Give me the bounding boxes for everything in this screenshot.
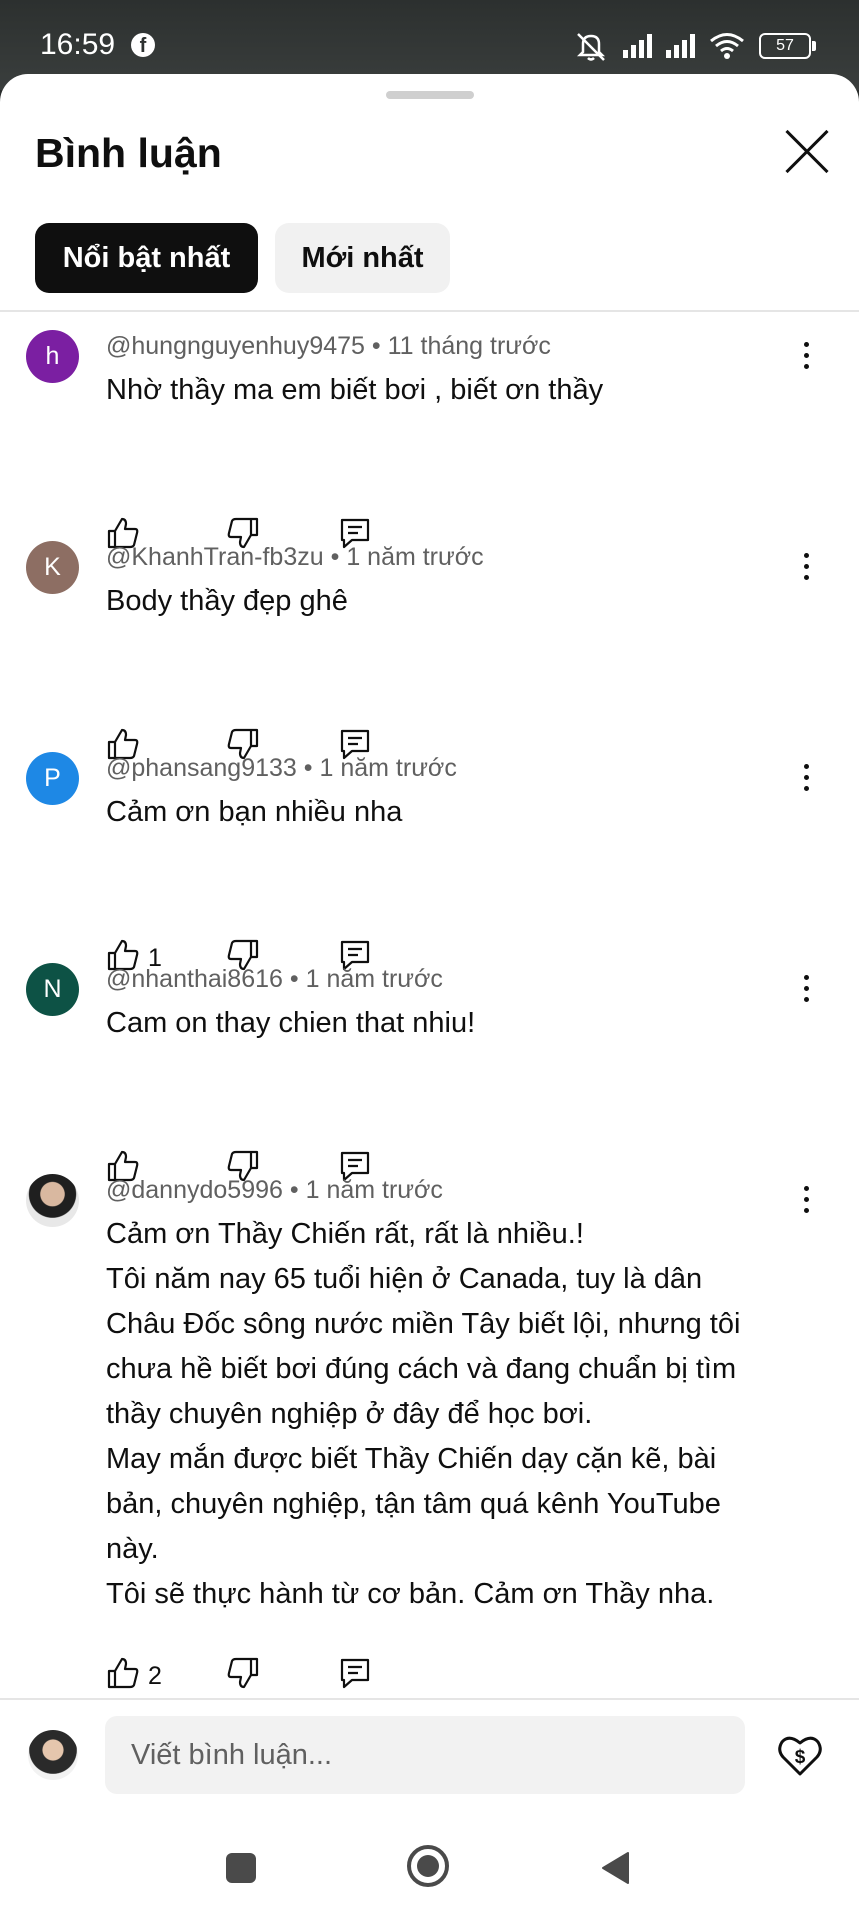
- comment-text: Cảm ơn bạn nhiều nha: [106, 796, 403, 828]
- recents-icon[interactable]: [226, 1853, 256, 1883]
- comment-text: Nhờ thầy ma em biết bơi , biết ơn thầy: [106, 374, 604, 406]
- like-button[interactable]: 2: [106, 1656, 162, 1696]
- meta-separator: •: [303, 754, 313, 782]
- back-icon[interactable]: [598, 1850, 634, 1886]
- comment-time: 1 năm trước: [346, 543, 484, 571]
- comment-line: Châu Đốc sông nước miền Tây biết lội, nh…: [106, 1308, 741, 1340]
- home-icon[interactable]: [406, 1844, 450, 1888]
- comment-text: Cam on thay chien that nhiu!: [106, 1007, 476, 1039]
- super-thanks-button[interactable]: $: [775, 1730, 825, 1780]
- svg-text:$: $: [795, 1747, 806, 1768]
- comment-author[interactable]: @hungnguyenhuy9475: [106, 332, 365, 360]
- sheet-title: Bình luận: [35, 130, 222, 176]
- meta-separator: •: [289, 965, 299, 993]
- comment-line: Cảm ơn Thầy Chiến rất, rất là nhiều.!: [106, 1218, 584, 1250]
- comment-author[interactable]: @KhanhTran-fb3zu: [106, 543, 324, 571]
- comment-meta: @KhanhTran-fb3zu • 1 năm trước: [106, 543, 484, 572]
- reply-button[interactable]: [338, 1656, 372, 1696]
- dislike-button[interactable]: [226, 1656, 260, 1696]
- avatar[interactable]: N: [26, 963, 79, 1016]
- comment-meta: @dannydo5996 • 1 năm trước: [106, 1176, 443, 1205]
- comment-line: chưa hề biết bơi đúng cách và đang chuẩn…: [106, 1353, 737, 1385]
- comment-text: Body thầy đẹp ghê: [106, 585, 348, 617]
- like-count: 2: [148, 1662, 162, 1690]
- comment-author[interactable]: @dannydo5996: [106, 1176, 283, 1204]
- avatar[interactable]: h: [26, 330, 79, 383]
- avatar[interactable]: K: [26, 541, 79, 594]
- signal-icon: [623, 34, 652, 58]
- mute-icon: [576, 33, 606, 61]
- comment-text: Cảm ơn Thầy Chiến rất, rất là nhiều.! Tô…: [106, 1212, 796, 1617]
- comment-time: 11 tháng trước: [387, 332, 551, 360]
- comment-author[interactable]: @nhanthai8616: [106, 965, 283, 993]
- more-options-icon[interactable]: [796, 553, 816, 593]
- more-options-icon[interactable]: [796, 975, 816, 1015]
- meta-separator: •: [289, 1176, 299, 1204]
- close-button[interactable]: [782, 126, 832, 176]
- wifi-icon: [710, 33, 744, 59]
- comments-sheet: Bình luận Nổi bật nhất Mới nhất h @hungn…: [0, 74, 859, 1908]
- status-icons: 57: [573, 28, 816, 64]
- reply-icon: [340, 1658, 370, 1689]
- battery-icon: 57: [759, 33, 816, 59]
- signal-icon-2: [666, 34, 695, 58]
- avatar[interactable]: P: [26, 752, 79, 805]
- comment-composer: $: [0, 1700, 859, 1830]
- meta-separator: •: [371, 332, 381, 360]
- comment-line: Tôi sẽ thực hành từ cơ bản. Cảm ơn Thầy …: [106, 1578, 715, 1610]
- comment-meta: @phansang9133 • 1 năm trước: [106, 754, 457, 783]
- more-options-icon[interactable]: [796, 764, 816, 804]
- comment-line: May mắn được biết Thầy Chiến dạy cặn kẽ,…: [106, 1443, 717, 1475]
- comment-time: 1 năm trước: [319, 754, 457, 782]
- avatar[interactable]: [26, 1174, 79, 1227]
- sort-top-chip[interactable]: Nổi bật nhất: [35, 223, 258, 293]
- thumb-down-icon: [227, 1657, 259, 1689]
- more-options-icon[interactable]: [796, 1186, 816, 1226]
- comment-meta: @nhanthai8616 • 1 năm trước: [106, 965, 443, 994]
- my-avatar: [28, 1730, 78, 1780]
- drag-handle[interactable]: [386, 91, 474, 99]
- comment-time: 1 năm trước: [305, 1176, 443, 1204]
- system-nav-bar: [0, 1830, 859, 1908]
- thumb-up-icon: [107, 1657, 139, 1689]
- comment-meta: @hungnguyenhuy9475 • 11 tháng trước: [106, 332, 551, 361]
- status-time: 16:59: [40, 28, 116, 61]
- comment-input[interactable]: [105, 1716, 745, 1794]
- heart-dollar-icon: $: [778, 1736, 822, 1776]
- comment-author[interactable]: @phansang9133: [106, 754, 297, 782]
- comment-line: Tôi năm nay 65 tuổi hiện ở Canada, tuy l…: [106, 1263, 703, 1295]
- more-options-icon[interactable]: [796, 342, 816, 382]
- comment-line: thầy chuyên nghiệp ở đây để học bơi.: [106, 1398, 593, 1430]
- sort-newest-chip[interactable]: Mới nhất: [275, 223, 450, 293]
- comment-line: này.: [106, 1533, 159, 1565]
- meta-separator: •: [330, 543, 340, 571]
- facebook-icon: f: [131, 33, 155, 57]
- header-divider: [0, 310, 859, 312]
- comment-time: 1 năm trước: [305, 965, 443, 993]
- comment-line: bản, chuyên nghiệp, tận tâm quá kênh You…: [106, 1488, 721, 1520]
